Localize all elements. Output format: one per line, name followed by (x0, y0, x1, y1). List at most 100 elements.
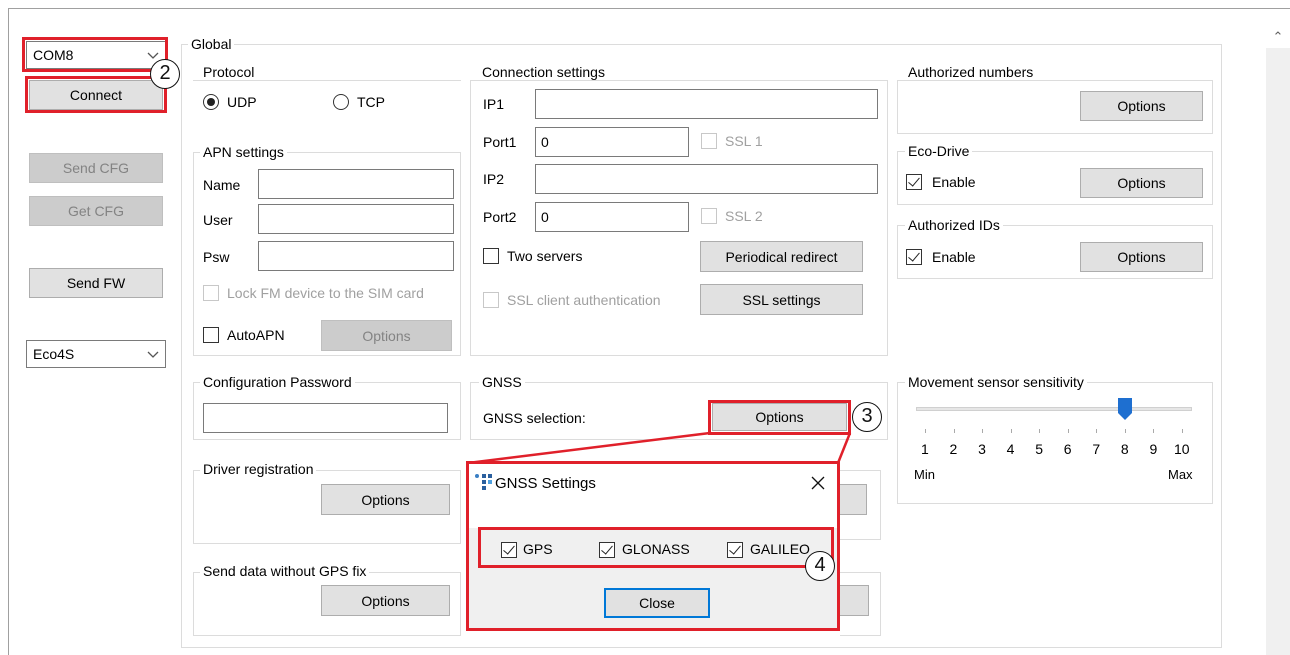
authorized-numbers-options-button[interactable]: Options (1080, 91, 1203, 121)
gnss-title: GNSS (479, 374, 525, 390)
send-fw-label: Send FW (66, 275, 126, 291)
lock-sim-checkbox[interactable] (203, 285, 219, 301)
ip1-input[interactable] (535, 89, 878, 119)
slider-scale-number: 8 (1120, 441, 1129, 457)
periodical-redirect-button[interactable]: Periodical redirect (700, 241, 863, 272)
slider-scale-number: 2 (949, 441, 958, 457)
close-icon[interactable] (810, 475, 826, 491)
slider-tick (953, 429, 955, 433)
autoapn-options-label: Options (362, 327, 411, 344)
authorized-numbers-options-label: Options (1117, 98, 1166, 114)
driver-registration-title: Driver registration (200, 461, 317, 477)
tcp-label: TCP (357, 94, 385, 110)
port1-input[interactable]: 0 (535, 127, 689, 157)
slider-scale-number: 7 (1092, 441, 1101, 457)
send-without-fix-options-button[interactable]: Options (321, 585, 450, 616)
apn-psw-input[interactable] (258, 241, 454, 271)
authorized-ids-options-label: Options (1117, 249, 1166, 265)
udp-label: UDP (227, 94, 257, 110)
scroll-up-icon[interactable]: ⌃ (1266, 26, 1290, 48)
eco-drive-options-label: Options (1117, 175, 1166, 191)
autoapn-options-button[interactable]: Options (321, 320, 452, 351)
apn-name-label: Name (203, 177, 241, 193)
vertical-scrollbar[interactable] (1266, 26, 1290, 655)
send-fw-button[interactable]: Send FW (29, 268, 163, 298)
callout-2-text: 2 (159, 62, 171, 84)
send-cfg-button[interactable]: Send CFG (29, 153, 163, 183)
ssl-settings-button[interactable]: SSL settings (700, 284, 863, 315)
send-without-fix-options-label: Options (361, 592, 410, 609)
driver-registration-options-button[interactable]: Options (321, 484, 450, 515)
gnss-close-button[interactable]: Close (604, 588, 710, 618)
connection-title: Connection settings (479, 64, 608, 80)
two-servers-checkbox[interactable] (483, 248, 499, 264)
slider-scale-number: 4 (1006, 441, 1015, 457)
eco-drive-enable-label: Enable (932, 174, 976, 190)
authorized-ids-enable-checkbox[interactable] (906, 249, 922, 265)
udp-radio[interactable] (203, 94, 219, 110)
ssl-client-auth-label: SSL client authentication (507, 292, 661, 308)
hidden-button-right[interactable] (840, 484, 867, 515)
movement-sensor-group (897, 382, 1213, 504)
callout-4: 4 (805, 551, 835, 581)
slider-scale-number: 10 (1174, 441, 1190, 457)
port-highlight (22, 37, 168, 72)
port2-input[interactable]: 0 (535, 202, 689, 232)
ip2-input[interactable] (535, 164, 878, 194)
hidden-button-right-2[interactable] (840, 585, 869, 616)
periodical-redirect-label: Periodical redirect (725, 248, 838, 265)
authorized-ids-title: Authorized IDs (905, 217, 1003, 233)
gnss-dialog-title: GNSS Settings (495, 475, 596, 492)
movement-sensor-title: Movement sensor sensitivity (905, 374, 1087, 390)
slider-tick (925, 429, 926, 433)
app-logo-icon (475, 474, 492, 490)
device-select[interactable]: Eco4S (26, 340, 166, 368)
tcp-radio[interactable] (333, 94, 349, 110)
slider-scale-number: 5 (1035, 441, 1044, 457)
driver-registration-options-label: Options (361, 491, 410, 508)
gnss-options-highlight (708, 400, 851, 435)
eco-drive-options-button[interactable]: Options (1080, 168, 1203, 198)
config-password-title: Configuration Password (200, 374, 355, 390)
callout-3-text: 3 (861, 405, 873, 427)
slider-tick (1153, 429, 1155, 433)
port1-label: Port1 (483, 134, 517, 150)
ssl1-label: SSL 1 (725, 133, 763, 149)
gnss-selection-label: GNSS selection: (483, 410, 586, 426)
get-cfg-button[interactable]: Get CFG (29, 196, 163, 226)
slider-tick (1182, 429, 1183, 433)
eco-drive-title: Eco-Drive (905, 143, 973, 159)
lock-sim-label: Lock FM device to the SIM card (227, 285, 424, 301)
slider-min-label: Min (914, 467, 935, 482)
two-servers-label: Two servers (507, 248, 583, 264)
authorized-ids-enable-label: Enable (932, 249, 976, 265)
protocol-title: Protocol (200, 64, 258, 80)
slider-thumb[interactable] (1117, 398, 1132, 420)
send-cfg-label: Send CFG (62, 160, 130, 176)
slider-scale-number: 6 (1063, 441, 1072, 457)
autoapn-checkbox[interactable] (203, 327, 219, 343)
apn-user-input[interactable] (258, 204, 454, 234)
movement-sensor-slider-track[interactable] (916, 407, 1192, 411)
connect-highlight (25, 76, 167, 113)
ip1-label: IP1 (483, 96, 505, 112)
slider-tick (1010, 429, 1012, 433)
ip2-label: IP2 (483, 171, 505, 187)
eco-drive-enable-checkbox[interactable] (906, 174, 922, 190)
config-password-input[interactable] (203, 403, 448, 433)
slider-tick (1067, 429, 1069, 433)
device-select-value: Eco4S (33, 346, 75, 362)
authorized-ids-options-button[interactable]: Options (1080, 242, 1203, 272)
ssl2-checkbox[interactable] (701, 208, 717, 224)
callout-4-text: 4 (814, 554, 826, 576)
ssl-client-auth-checkbox[interactable] (483, 292, 499, 308)
chevron-down-icon (147, 351, 159, 358)
port2-label: Port2 (483, 209, 517, 225)
ssl1-checkbox[interactable] (701, 133, 717, 149)
apn-psw-label: Psw (203, 249, 230, 265)
send-without-fix-title: Send data without GPS fix (200, 563, 370, 579)
apn-name-input[interactable] (258, 169, 454, 199)
slider-tick (982, 429, 984, 433)
authorized-numbers-title: Authorized numbers (905, 64, 1037, 80)
slider-tick (1039, 429, 1041, 433)
